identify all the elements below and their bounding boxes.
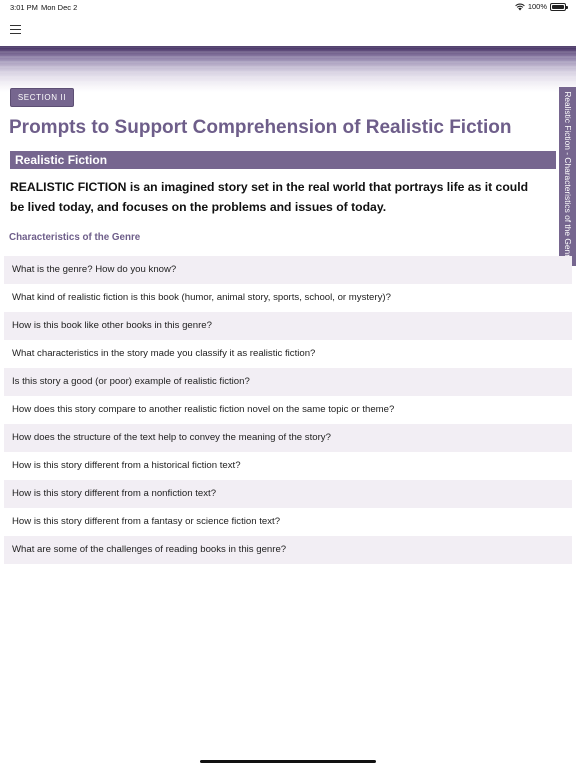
navigation-bar (0, 14, 576, 46)
header-banner (0, 46, 576, 92)
characteristics-heading: Characteristics of the Genre (9, 232, 141, 243)
list-item[interactable]: How is this book like other books in thi… (4, 312, 572, 340)
list-item[interactable]: What are some of the challenges of readi… (4, 536, 572, 564)
list-item[interactable]: What is the genre? How do you know? (4, 256, 572, 284)
list-item[interactable]: How does the structure of the text help … (4, 424, 572, 452)
wifi-icon (515, 3, 525, 10)
prompt-list: What is the genre? How do you know? What… (4, 256, 572, 564)
status-date: Mon Dec 2 (41, 3, 78, 12)
status-time: 3:01 PM (10, 3, 38, 12)
page-title: Prompts to Support Comprehension of Real… (9, 117, 512, 138)
list-item[interactable]: How is this story different from a fanta… (4, 508, 572, 536)
status-indicators: 100% (515, 2, 568, 11)
battery-percent: 100% (527, 2, 547, 11)
status-bar: 3:01 PM Mon Dec 2 100% (0, 0, 576, 14)
hamburger-menu-icon[interactable] (10, 25, 21, 34)
list-item[interactable]: How is this story different from a nonfi… (4, 480, 572, 508)
subtitle-bar: Realistic Fiction (10, 151, 556, 169)
section-tag: SECTION II (10, 88, 74, 107)
list-item[interactable]: How is this story different from a histo… (4, 452, 572, 480)
list-item[interactable]: Is this story a good (or poor) example o… (4, 368, 572, 396)
home-indicator[interactable] (200, 760, 376, 763)
side-tab-label: Realistic Fiction - Characteristics of t… (563, 91, 573, 262)
intro-paragraph: REALISTIC FICTION is an imagined story s… (10, 180, 529, 214)
list-item[interactable]: What kind of realistic fiction is this b… (4, 284, 572, 312)
list-item[interactable]: How does this story compare to another r… (4, 396, 572, 424)
battery-icon (550, 2, 568, 11)
list-item[interactable]: What characteristics in the story made y… (4, 340, 572, 368)
